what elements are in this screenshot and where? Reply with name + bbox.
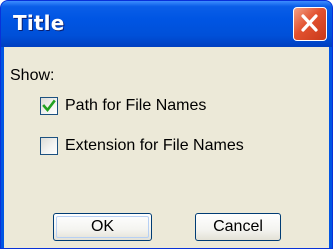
extension-checkbox-label: Extension for File Names <box>65 137 244 154</box>
checkmark-icon <box>42 99 56 113</box>
window-title: Title <box>13 11 65 35</box>
extension-checkbox[interactable] <box>40 137 58 155</box>
title-bar[interactable]: Title <box>1 1 332 47</box>
close-icon <box>301 14 318 32</box>
cancel-button[interactable]: Cancel <box>195 213 281 241</box>
ok-button[interactable]: OK <box>53 213 152 241</box>
dialog-window: Title Show: Path for File Names Extensio… <box>0 0 333 249</box>
path-checkbox-label: Path for File Names <box>65 97 207 114</box>
show-label: Show: <box>10 67 55 84</box>
extension-checkbox-row[interactable]: Extension for File Names <box>40 135 244 157</box>
close-button[interactable] <box>293 7 327 41</box>
path-checkbox[interactable] <box>40 97 58 115</box>
path-checkbox-row[interactable]: Path for File Names <box>40 95 206 117</box>
dialog-body: Show: Path for File Names Extension for … <box>4 47 329 248</box>
